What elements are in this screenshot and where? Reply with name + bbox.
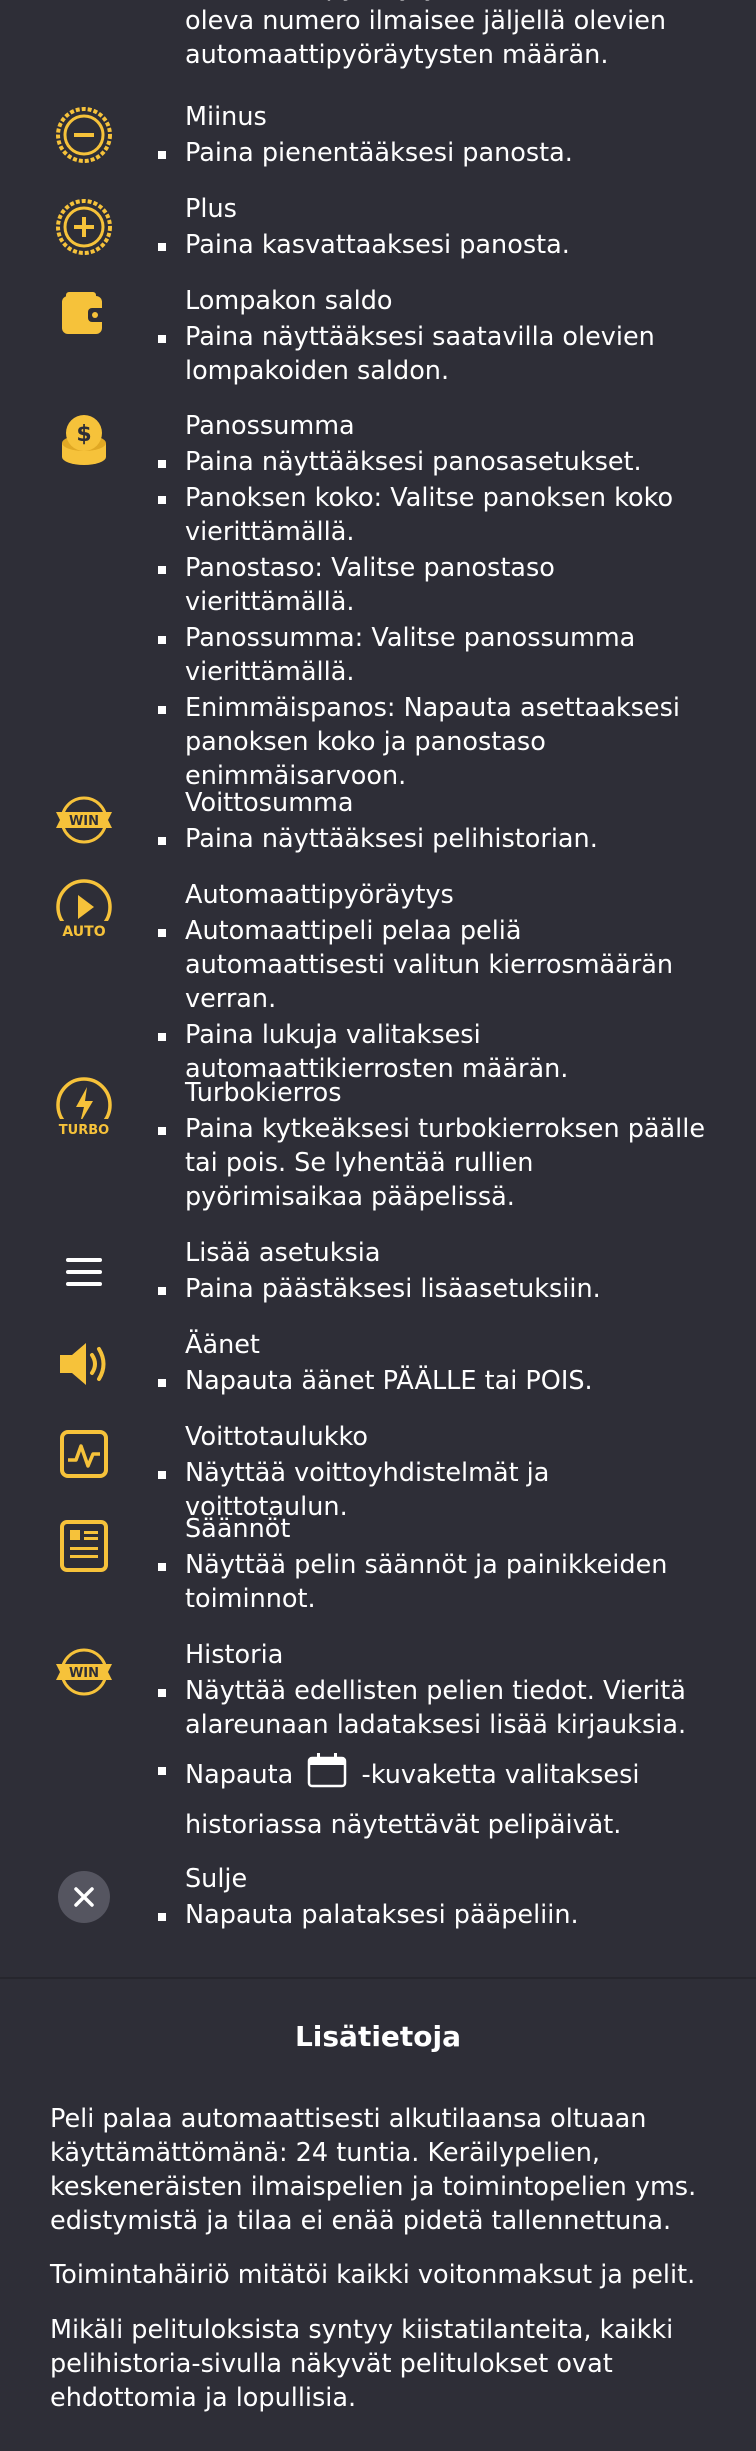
list-item: Panostaso: Valitse panostaso vierittämäl… [155,551,715,619]
win-label: WIN [69,1666,99,1681]
item-bullets: Näyttää edellisten pelien tiedot. Vierit… [155,1674,715,1802]
list-item: Paina näyttääksesi panosasetukset. [155,445,715,479]
autoplay-icon: AUTO [52,879,116,944]
wallet-icon [52,282,116,346]
item-title: Lisää asetuksia [185,1238,381,1268]
speaker-icon [52,1332,116,1396]
calendar-icon [307,1752,347,1800]
turbo-label: TURBO [59,1123,109,1138]
item-title: Turbokierros [185,1078,342,1108]
item-bullets: Paina kasvattaaksesi panosta. [155,228,715,264]
paytable-icon [52,1422,116,1486]
calendar-description-line2: historiassa näytettävät pelipäivät. [185,1810,622,1840]
turbo-icon: TURBO [52,1077,116,1142]
list-item: Napauta äänet PÄÄLLE tai POIS. [155,1364,715,1398]
item-title: Automaattipyöräytys [185,880,454,910]
item-title: Voittosumma [185,788,354,818]
list-item: Napauta palataksesi pääpeliin. [155,1898,715,1932]
calendar-suffix: -kuvaketta valitaksesi [361,1760,640,1790]
close-icon [52,1865,116,1929]
autospin-description-tail: automaattipyöräytykset. Painikkeessa ole… [185,0,671,70]
help-page: automaattipyöräytykset. Painikkeessa ole… [0,0,756,2451]
rules-icon [52,1514,116,1578]
item-bullets: Paina näyttääksesi pelihistorian. [155,822,715,858]
item-bullets: Napauta palataksesi pääpeliin. [155,1898,715,1934]
item-title: Historia [185,1640,284,1670]
win-badge-icon: WIN [52,788,116,852]
list-item: Paina näyttääksesi pelihistorian. [155,822,715,856]
list-item: Paina päästäksesi lisäasetuksiin. [155,1272,715,1306]
list-item: Näyttää edellisten pelien tiedot. Vierit… [155,1674,715,1742]
auto-label: AUTO [62,924,105,940]
item-title: Panossumma [185,411,355,441]
list-item: Paina kasvattaaksesi panosta. [155,228,715,262]
svg-text:$: $ [76,422,91,447]
item-bullets: Paina pienentääksesi panosta. [155,136,715,172]
item-bullets: Paina päästäksesi lisäasetuksiin. [155,1272,715,1308]
section-divider [0,1977,756,1979]
list-item: Panossumma: Valitse panossumma vierittäm… [155,621,715,689]
info-paragraph: Peli palaa automaattisesti alkutilaansa … [50,2104,697,2236]
list-item: Panoksen koko: Valitse panoksen koko vie… [155,481,715,549]
list-item: Paina näyttääksesi saatavilla olevien lo… [155,320,715,388]
plus-icon [52,195,116,259]
info-paragraph: Mikäli pelituloksista syntyy kiistatilan… [50,2315,674,2413]
history-win-icon: WIN [52,1640,116,1704]
item-title: Plus [185,194,237,224]
item-title: Lompakon saldo [185,286,393,316]
list-item: Paina pienentääksesi panosta. [155,136,715,170]
list-item: Enimmäispanos: Napauta asettaaksesi pano… [155,691,715,793]
list-item: Paina kytkeäksesi turbokierroksen päälle… [155,1112,715,1214]
item-title: Miinus [185,102,267,132]
minus-icon [52,103,116,167]
item-bullets: Näyttää pelin säännöt ja painikkeiden to… [155,1548,715,1618]
item-title: Säännöt [185,1514,291,1544]
item-bullets: Paina näyttääksesi saatavilla olevien lo… [155,320,715,390]
list-item: Automaattipeli pelaa peliä automaattises… [155,914,715,1016]
list-item: Näyttää pelin säännöt ja painikkeiden to… [155,1548,715,1616]
win-label: WIN [69,814,99,829]
item-bullets: Napauta äänet PÄÄLLE tai POIS. [155,1364,715,1400]
item-bullets: Paina näyttääksesi panosasetukset. Panok… [155,445,715,795]
item-bullets: Automaattipeli pelaa peliä automaattises… [155,914,715,1088]
item-title: Äänet [185,1330,260,1360]
calendar-prefix: Napauta [185,1760,294,1790]
info-title: Lisätietoja [294,2020,462,2053]
item-title: Sulje [185,1864,248,1894]
item-title: Voittotaulukko [185,1422,369,1452]
item-bullets: Paina kytkeäksesi turbokierroksen päälle… [155,1112,715,1216]
info-paragraph: Toimintahäiriö mitätöi kaikki voitonmaks… [50,2260,696,2290]
menu-icon [52,1240,116,1304]
list-item: Napauta -kuvaketta valitaksesi [155,1752,715,1800]
coins-icon: $ [52,409,116,473]
